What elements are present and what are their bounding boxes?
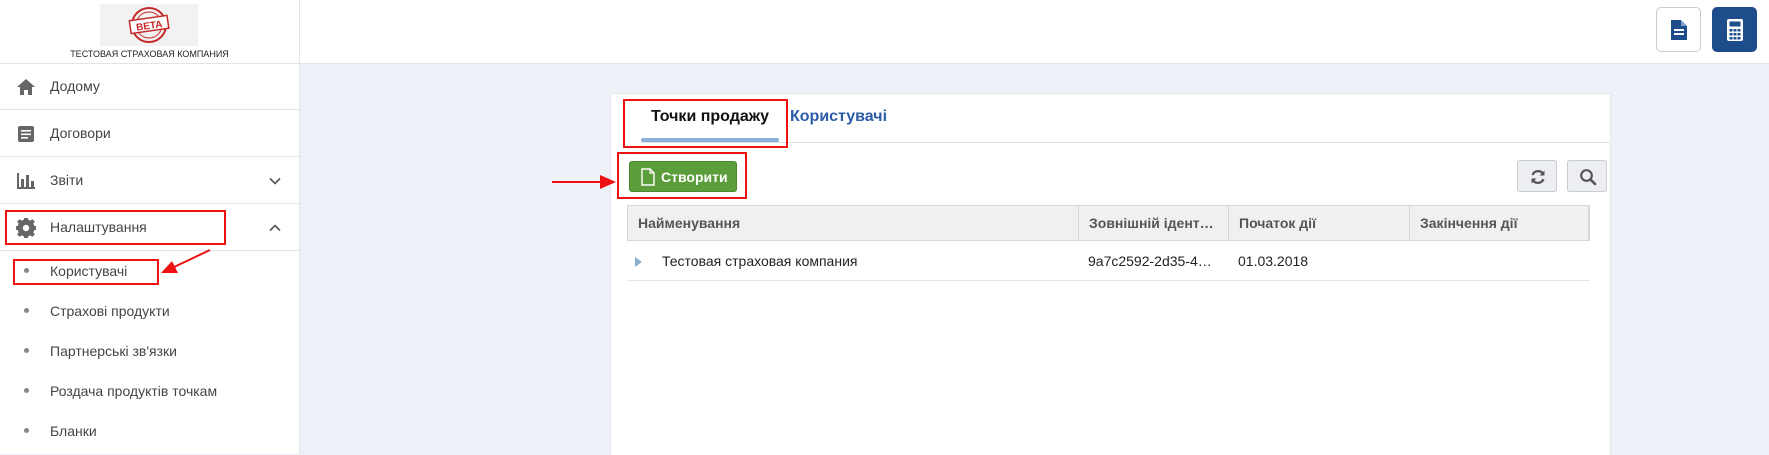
submenu-item-label: Страхові продукти [50,303,170,319]
cell-start: 01.03.2018 [1238,253,1309,269]
bullet-icon [24,348,29,353]
annotation-box-settings [5,210,226,245]
search-button[interactable] [1567,160,1607,192]
column-header-name[interactable]: Найменування [628,206,1079,240]
column-header-external-id[interactable]: Зовнішній ідент… [1079,206,1229,240]
tab-users[interactable]: Користувачі [790,108,887,126]
bar-chart-icon [17,173,35,189]
submenu-item-label: Бланки [50,423,97,439]
bullet-icon [24,428,29,433]
submenu-item-forms[interactable]: Бланки [0,411,299,451]
sidebar-item-contracts[interactable]: Договори [0,111,299,157]
submenu-item-label: Партнерські зв'язки [50,343,177,359]
bullet-icon [24,308,29,313]
annotation-box-tab [623,99,788,148]
submenu-item-label: Роздача продуктів точкам [50,383,218,399]
annotation-box-users [13,259,159,285]
company-name: ТЕСТОВАЯ СТРАХОВАЯ КОМПАНИЯ [70,49,229,59]
document-button[interactable] [1656,7,1701,52]
home-icon [17,79,35,95]
column-header-start[interactable]: Початок дії [1229,206,1410,240]
table-header: Найменування Зовнішній ідент… Початок ді… [627,205,1590,241]
cell-name: Тестовая страховая компания [662,253,858,269]
arrow-to-create-icon [552,175,616,189]
search-icon [1580,169,1597,186]
bullet-icon [24,388,29,393]
logo-area[interactable]: BETA ТЕСТОВАЯ СТРАХОВАЯ КОМПАНИЯ [0,0,300,63]
refresh-icon [1531,170,1545,184]
table-row[interactable]: Тестовая страховая компания 9a7c2592-2d3… [627,242,1590,281]
refresh-button[interactable] [1517,160,1557,192]
annotation-box-create [617,152,747,199]
chevron-up-icon[interactable] [268,221,282,235]
submenu-item-product-distribution[interactable]: Роздача продуктів точкам [0,371,299,411]
cell-external-id: 9a7c2592-2d35-4… [1088,253,1212,269]
company-logo: BETA [100,4,198,46]
document-list-icon [18,126,34,142]
expand-row-icon[interactable] [635,257,642,267]
calculator-icon [1727,19,1743,41]
sidebar-item-label: Додому [50,78,100,94]
chevron-down-icon[interactable] [268,174,282,188]
document-icon [1671,20,1687,40]
sidebar-item-home[interactable]: Додому [0,64,299,110]
submenu-item-insurance-products[interactable]: Страхові продукти [0,291,299,331]
column-header-end[interactable]: Закінчення дії [1410,206,1589,240]
submenu-item-partner-links[interactable]: Партнерські зв'язки [0,331,299,371]
sidebar-item-reports[interactable]: Звіти [0,158,299,204]
sidebar-item-label: Звіти [50,172,84,188]
logo-badge: BETA [135,19,163,34]
calculator-button[interactable] [1712,7,1757,52]
sidebar-item-label: Договори [50,125,111,141]
